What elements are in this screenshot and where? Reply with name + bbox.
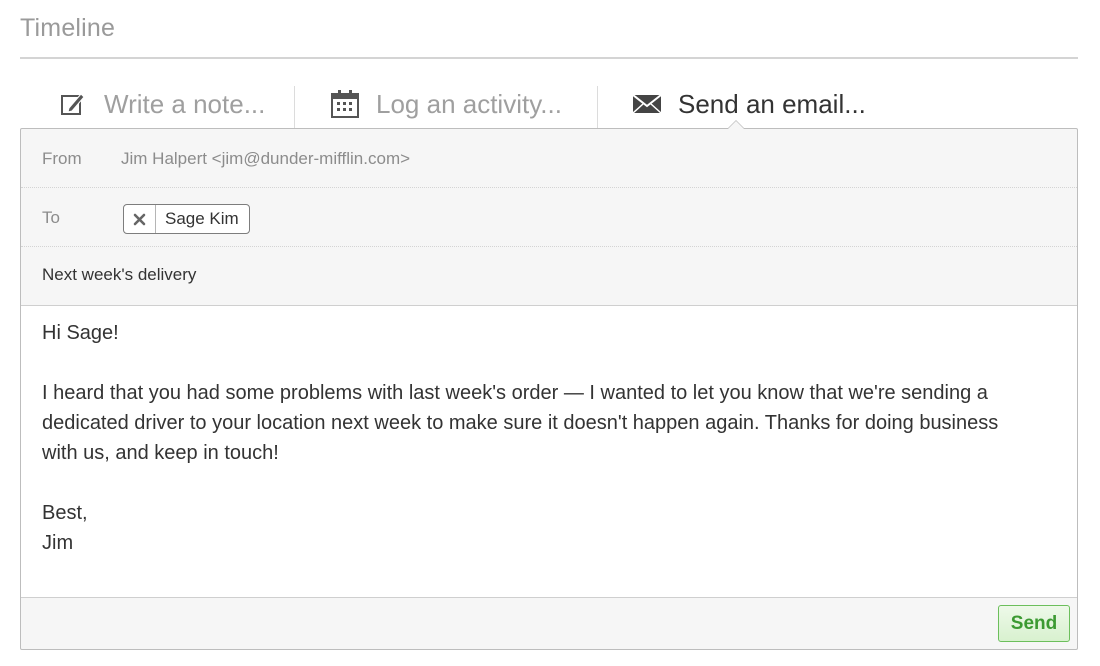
from-row: From Jim Halpert <jim@dunder-mifflin.com… <box>21 129 1077 188</box>
tab-label: Send an email... <box>678 88 866 119</box>
tab-write-note[interactable]: Write a note... <box>58 80 265 128</box>
body-line: Best, <box>42 502 88 524</box>
remove-recipient-button[interactable] <box>124 205 156 233</box>
tab-send-email[interactable]: Send an email... <box>632 80 866 128</box>
composer-footer: Send <box>21 598 1077 649</box>
tab-separator <box>597 86 598 128</box>
body-line: Jim <box>42 532 74 554</box>
body-line: with us, and keep in touch! <box>42 442 279 464</box>
section-title: Timeline <box>20 14 116 42</box>
tab-label: Write a note... <box>104 88 266 119</box>
email-body-editor[interactable]: Hi Sage! I heard that you had some probl… <box>21 306 1077 598</box>
pencil-icon <box>58 89 88 119</box>
send-button[interactable]: Send <box>998 605 1070 642</box>
envelope-icon <box>632 89 662 119</box>
close-icon <box>133 213 146 225</box>
subject-field[interactable]: Next week's delivery <box>21 247 1077 306</box>
body-line: dedicated driver to your location next w… <box>42 412 999 434</box>
email-composer: From Jim Halpert <jim@dunder-mifflin.com… <box>20 120 1078 650</box>
to-label: To <box>42 208 60 227</box>
from-value: Jim Halpert <jim@dunder-mifflin.com> <box>121 149 411 168</box>
subject-value: Next week's delivery <box>42 265 197 284</box>
to-row[interactable]: To Sage Kim <box>21 188 1077 247</box>
tab-separator <box>294 86 295 128</box>
from-label: From <box>42 149 82 168</box>
composer-tabs: Write a note... Log an activity... Send … <box>20 80 1078 128</box>
calendar-icon <box>330 89 360 119</box>
body-line: Hi Sage! <box>42 322 119 344</box>
section-divider <box>20 57 1078 59</box>
active-tab-pointer-fill <box>728 121 744 129</box>
recipient-token: Sage Kim <box>123 204 250 234</box>
body-line: I heard that you had some problems with … <box>42 382 988 404</box>
tab-label: Log an activity... <box>376 88 562 119</box>
recipient-name: Sage Kim <box>165 209 239 228</box>
tab-log-activity[interactable]: Log an activity... <box>330 80 562 128</box>
